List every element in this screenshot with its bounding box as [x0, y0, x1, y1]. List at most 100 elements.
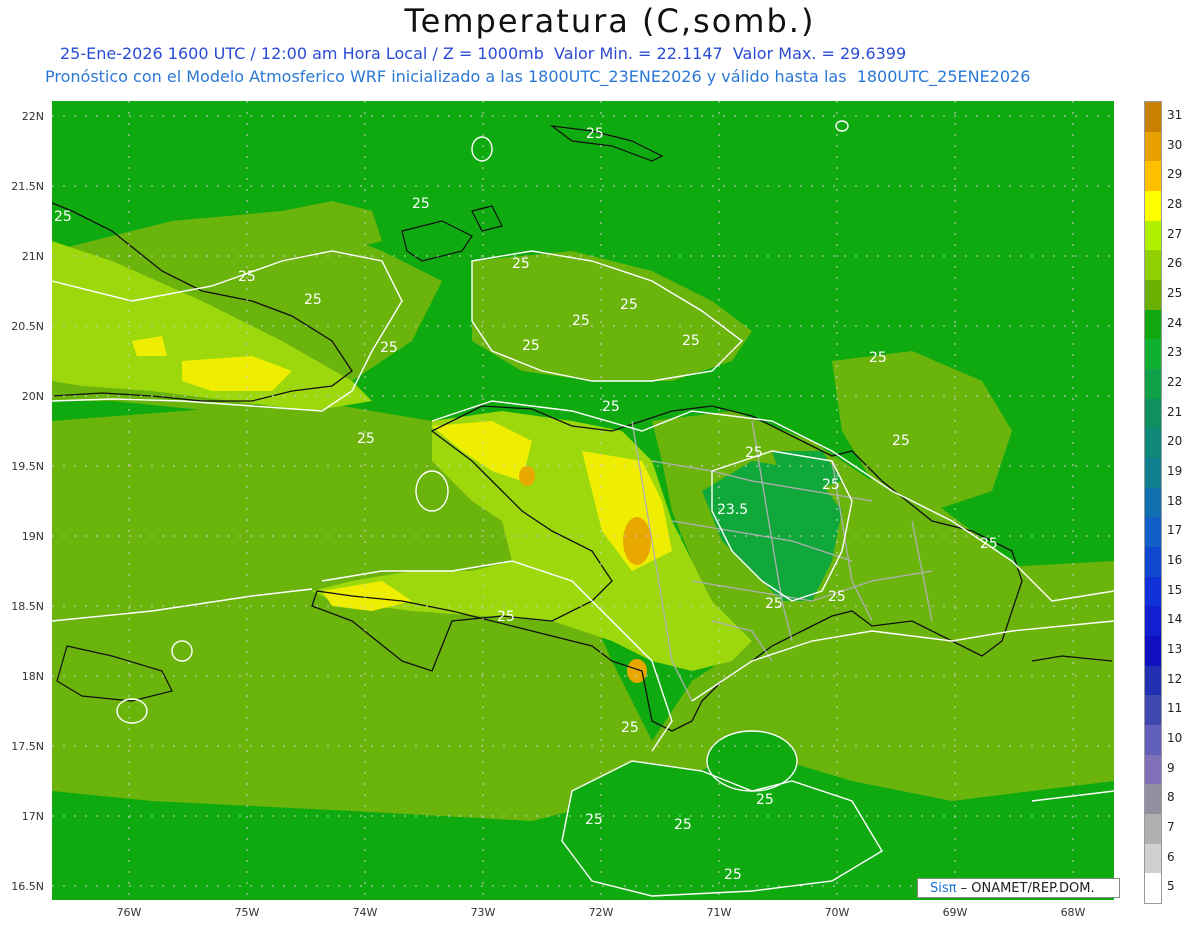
colorbar-swatch: [1145, 280, 1161, 311]
lat-label: 21.5N: [11, 180, 44, 193]
lon-label: 74W: [353, 906, 378, 919]
colorbar-label: 12: [1167, 671, 1183, 686]
colorbar-label: 20: [1167, 434, 1183, 449]
lon-label: 68W: [1061, 906, 1086, 919]
colorbar-swatch: [1145, 339, 1161, 370]
credit-text: – ONAMET/REP.DOM.: [960, 881, 1095, 896]
colorbar-label: 30: [1167, 137, 1183, 152]
colorbar-swatch: [1145, 250, 1161, 281]
contour-label: 25: [980, 536, 998, 552]
contour-label: 25: [572, 313, 590, 329]
colorbar-swatch: [1145, 695, 1161, 726]
contour-label: 25: [892, 433, 910, 449]
colorbar-swatch: [1145, 398, 1161, 429]
colorbar-swatch: [1145, 784, 1161, 815]
colorbar-swatch: [1145, 102, 1161, 133]
colorbar-swatch: [1145, 814, 1161, 845]
credit-box: Sisπ – ONAMET/REP.DOM.: [917, 878, 1120, 898]
chart-title: Temperatura (C,somb.): [404, 2, 816, 40]
contour-label: 25: [380, 340, 398, 356]
colorbar-label: 7: [1167, 819, 1175, 834]
lat-label: 18.5N: [11, 600, 44, 613]
colorbar-label: 13: [1167, 641, 1183, 656]
lat-label: 19.5N: [11, 460, 44, 473]
colorbar-swatch: [1145, 606, 1161, 637]
lon-label: 76W: [117, 906, 142, 919]
lat-label: 19N: [22, 530, 44, 543]
colorbar-swatch: [1145, 547, 1161, 578]
contour-label: 25: [620, 297, 638, 313]
lat-label: 22N: [22, 110, 44, 123]
lat-label: 20.5N: [11, 320, 44, 333]
cool-sea-southeast: [1022, 791, 1114, 871]
contour-label: 23.5: [717, 502, 748, 518]
credit-brand: Sisπ: [930, 881, 957, 896]
colorbar-swatch: [1145, 369, 1161, 400]
contour-label: 25: [357, 431, 375, 447]
lat-label: 20N: [22, 390, 44, 403]
colorbar-swatch: [1145, 636, 1161, 667]
contour-label: 25: [682, 333, 700, 349]
contour-label: 25: [745, 445, 763, 461]
colorbar-swatch: [1145, 220, 1161, 251]
lon-label: 69W: [943, 906, 968, 919]
contour-label: 25: [497, 609, 515, 625]
longitude-axis: 76W 75W 74W 73W 72W 71W 70W 69W 68W: [117, 906, 1086, 919]
colorbar-label: 6: [1167, 849, 1175, 864]
colorbar-label: 24: [1167, 315, 1183, 330]
colorbar-label: 26: [1167, 256, 1183, 271]
contour-label: 25: [674, 817, 692, 833]
contour-label: 25: [621, 720, 639, 736]
run-info-line: 25-Ene-2026 1600 UTC / 12:00 am Hora Loc…: [60, 44, 907, 63]
colorbar-label: 23: [1167, 345, 1183, 360]
colorbar-swatch: [1145, 517, 1161, 548]
lat-label: 21N: [22, 250, 44, 263]
colorbar-label: 17: [1167, 523, 1183, 538]
contour-label: 25: [522, 338, 540, 354]
colorbar-label: 8: [1167, 790, 1175, 805]
contour-label: 25: [869, 350, 887, 366]
lat-label: 16.5N: [11, 880, 44, 893]
model-info-line: Pronóstico con el Modelo Atmosferico WRF…: [45, 67, 1031, 86]
haiti-peak-1: [623, 517, 651, 565]
colorbar: [1144, 101, 1162, 904]
contour-label: 25: [765, 596, 783, 612]
contour-label: 25: [238, 269, 256, 285]
colorbar-swatch: [1145, 576, 1161, 607]
lon-label: 73W: [471, 906, 496, 919]
contour-label: 25: [602, 399, 620, 415]
colorbar-swatch: [1145, 665, 1161, 696]
lon-label: 75W: [235, 906, 260, 919]
colorbar-swatch: [1145, 725, 1161, 756]
colorbar-label: 31: [1167, 107, 1183, 122]
contour-label: 25: [822, 477, 840, 493]
colorbar-label: 9: [1167, 760, 1175, 775]
colorbar-swatch: [1145, 754, 1161, 785]
colorbar-swatch: [1145, 873, 1161, 904]
contour-label: 25: [412, 196, 430, 212]
colorbar-swatch: [1145, 161, 1161, 192]
colorbar-swatch: [1145, 428, 1161, 459]
haiti-peak-2: [519, 466, 535, 486]
colorbar-swatch: [1145, 309, 1161, 340]
contour-label: 25: [828, 589, 846, 605]
colorbar-label: 16: [1167, 552, 1183, 567]
contour-label: 25: [585, 812, 603, 828]
colorbar-label: 22: [1167, 374, 1183, 389]
colorbar-label: 14: [1167, 612, 1183, 627]
contour-label: 25: [304, 292, 322, 308]
colorbar-label: 21: [1167, 404, 1183, 419]
contour-label: 25: [724, 867, 742, 883]
colorbar-label: 15: [1167, 582, 1183, 597]
colorbar-label: 11: [1167, 701, 1183, 716]
colorbar-swatch: [1145, 843, 1161, 874]
latitude-axis: 22N 21.5N 21N 20.5N 20N 19.5N 19N 18.5N …: [11, 110, 44, 893]
colorbar-swatch: [1145, 131, 1161, 162]
colorbar-label: 28: [1167, 196, 1183, 211]
colorbar-label: 29: [1167, 167, 1183, 182]
lat-label: 17N: [22, 810, 44, 823]
colorbar-label: 5: [1167, 879, 1175, 894]
lon-label: 71W: [707, 906, 732, 919]
colorbar-swatch: [1145, 487, 1161, 518]
lat-label: 17.5N: [11, 740, 44, 753]
